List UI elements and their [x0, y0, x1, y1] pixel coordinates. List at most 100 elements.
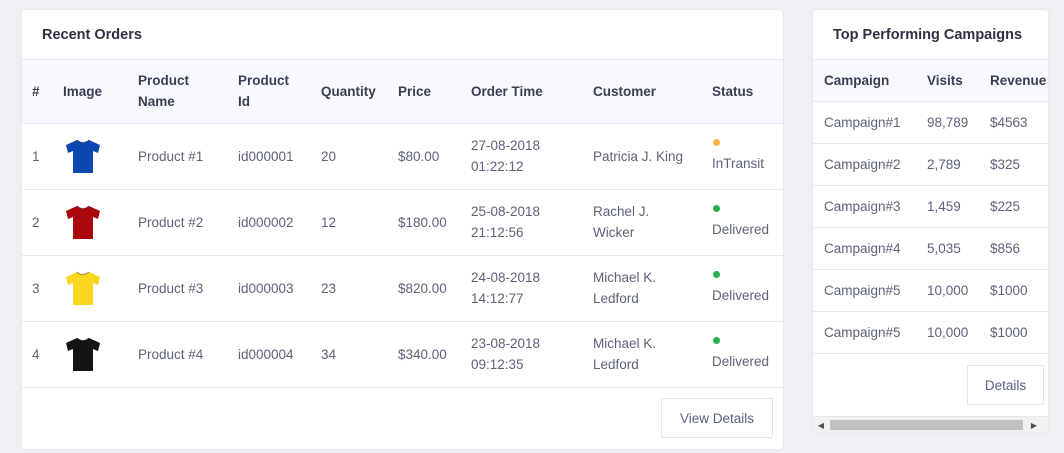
campaign-revenue: $225: [979, 184, 1048, 227]
recent-orders-title: Recent Orders: [22, 10, 783, 60]
table-row: 2 Product #2 id000002 12 $180.00 25-08-2018 21…: [22, 188, 783, 255]
horizontal-scrollbar[interactable]: ◀ ▶: [813, 416, 1048, 433]
order-clock: 01:22:12: [471, 159, 524, 174]
col-header-revenue: Revenue: [990, 72, 1047, 88]
order-clock: 21:12:56: [471, 225, 524, 240]
orders-header-row: # Image Product Name Product Id Quantity…: [22, 60, 783, 123]
table-row: 3 Product #3 id000003 23 $820.00 24-08-2018 14…: [22, 254, 783, 321]
campaign-revenue: $856: [979, 226, 1048, 269]
status-cell: Delivered: [706, 188, 783, 255]
order-date: 24-08-2018: [471, 270, 541, 285]
order-date: 27-08-2018: [471, 138, 541, 153]
order-time: 23-08-2018 09:12:35: [465, 320, 587, 388]
campaign-revenue: $325: [979, 142, 1048, 185]
table-row: Campaign#5 10,000 $1000: [813, 310, 1048, 354]
table-row: Campaign#3 1,459 $225: [813, 184, 1048, 227]
order-time: 25-08-2018 21:12:56: [465, 188, 587, 255]
scrollbar-thumb[interactable]: [830, 420, 1023, 430]
status-cell: Delivered: [706, 320, 783, 388]
top-campaigns-title: Top Performing Campaigns: [813, 10, 1048, 60]
col-header-product-name-line2: Name: [138, 94, 175, 110]
product-id: id000003: [232, 254, 315, 321]
customer: Michael K. Ledford: [587, 254, 706, 321]
campaign-revenue: $1000: [979, 268, 1048, 311]
campaign-revenue: $4563: [979, 100, 1048, 143]
col-header-order-time: Order Time: [471, 83, 543, 99]
campaign-visits: 10,000: [916, 268, 979, 311]
triangle-left-icon[interactable]: ◀: [813, 417, 829, 433]
black-tshirt-icon: [63, 334, 126, 374]
campaign-name: Campaign#1: [813, 100, 916, 143]
order-number: 1: [22, 122, 57, 189]
status-dot-icon: [713, 138, 720, 146]
campaign-name: Campaign#5: [813, 310, 916, 354]
top-campaigns-card: Top Performing Campaigns Campaign Visits…: [813, 10, 1048, 433]
order-clock: 14:12:77: [471, 291, 524, 306]
col-header-product-name-line1: Product: [138, 73, 190, 89]
product-image-cell: [57, 254, 132, 321]
yellow-tshirt-icon: [63, 268, 126, 308]
col-header-number: #: [32, 83, 40, 99]
col-header-quantity: Quantity: [321, 83, 376, 99]
quantity: 23: [315, 254, 392, 321]
status-badge: InTransit: [712, 155, 765, 171]
customer-name-line2: Wicker: [593, 225, 635, 240]
product-name: Product #3: [132, 254, 232, 321]
order-date: 25-08-2018: [471, 204, 541, 219]
campaign-name: Campaign#5: [813, 268, 916, 311]
product-id: id000002: [232, 188, 315, 255]
order-clock: 09:12:35: [471, 357, 524, 372]
campaigns-table: Campaign Visits Revenue Campaign#1 98,789…: [813, 60, 1048, 354]
campaign-visits: 2,789: [916, 142, 979, 185]
status-cell: InTransit: [706, 122, 783, 189]
customer: Patricia J. King: [587, 122, 706, 189]
order-number: 2: [22, 188, 57, 255]
campaign-visits: 1,459: [916, 184, 979, 227]
status-dot-icon: [713, 204, 720, 212]
quantity: 34: [315, 320, 392, 388]
view-details-button[interactable]: View Details: [661, 398, 773, 438]
customer-name-line2: Ledford: [593, 357, 639, 372]
quantity: 20: [315, 122, 392, 189]
product-name: Product #4: [132, 320, 232, 388]
col-header-product-name: Product Name: [132, 60, 232, 123]
product-name: Product #2: [132, 188, 232, 255]
price: $820.00: [392, 254, 465, 321]
customer-name-line1: Michael K.: [593, 270, 657, 285]
table-row: Campaign#2 2,789 $325: [813, 142, 1048, 185]
order-time: 24-08-2018 14:12:77: [465, 254, 587, 321]
product-image-cell: [57, 320, 132, 388]
campaigns-header-row: Campaign Visits Revenue: [813, 60, 1048, 101]
status-dot-icon: [713, 336, 720, 344]
col-header-product-id-line2: Id: [238, 94, 250, 110]
campaign-name: Campaign#4: [813, 226, 916, 269]
price: $80.00: [392, 122, 465, 189]
campaign-revenue: $1000: [979, 310, 1048, 354]
customer: Rachel J. Wicker: [587, 188, 706, 255]
recent-orders-card: Recent Orders # Image Product Name Produ…: [22, 10, 783, 449]
triangle-right-icon[interactable]: ▶: [1026, 417, 1042, 433]
product-id: id000001: [232, 122, 315, 189]
col-header-visits: Visits: [927, 72, 963, 88]
table-row: Campaign#5 10,000 $1000: [813, 268, 1048, 311]
campaign-visits: 5,035: [916, 226, 979, 269]
customer: Michael K. Ledford: [587, 320, 706, 388]
status-dot-icon: [713, 270, 720, 278]
customer-name-line1: Michael K.: [593, 336, 657, 351]
product-id: id000004: [232, 320, 315, 388]
status-badge: Delivered: [712, 221, 770, 237]
product-image-cell: [57, 188, 132, 255]
table-row: 1 Product #1 id000001 20 $80.00 27-08-2018 01:…: [22, 122, 783, 189]
product-name: Product #1: [132, 122, 232, 189]
table-row: 4 Product #4 id000004 34 $340.00 23-08-2018 09…: [22, 320, 783, 388]
orders-table: # Image Product Name Product Id Quantity…: [22, 60, 783, 388]
details-button[interactable]: Details: [967, 365, 1044, 405]
customer-name-line2: Ledford: [593, 291, 639, 306]
status-cell: Delivered: [706, 254, 783, 321]
product-image-cell: [57, 122, 132, 189]
order-date: 23-08-2018: [471, 336, 541, 351]
status-badge: Delivered: [712, 287, 770, 303]
col-header-price: Price: [398, 83, 432, 99]
customer-name-line1: Patricia J. King: [593, 148, 684, 164]
campaign-visits: 10,000: [916, 310, 979, 354]
